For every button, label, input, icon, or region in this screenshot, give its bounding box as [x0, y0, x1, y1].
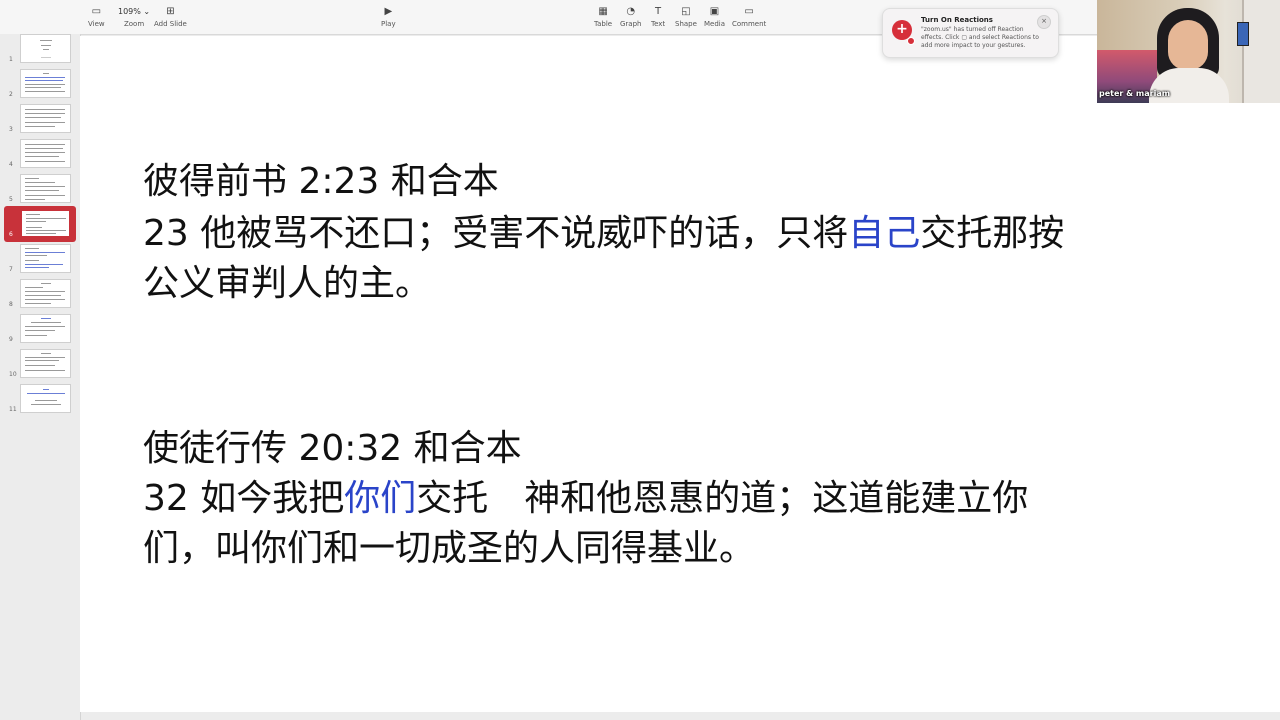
- slide-thumbnail-7[interactable]: 7: [0, 244, 80, 276]
- verse-2-highlight: 你们: [344, 478, 417, 519]
- media-icon: ▣: [709, 6, 720, 17]
- table-icon: ▦: [598, 6, 608, 17]
- view-label: View: [88, 20, 105, 28]
- comment-button[interactable]: ▭ Comment: [732, 6, 766, 28]
- table-label: Table: [594, 20, 613, 28]
- notification-title: Turn On Reactions: [921, 16, 993, 24]
- shape-label: Shape: [675, 20, 697, 28]
- add-slide-icon: ⊞: [166, 6, 175, 17]
- slide-number: 9: [9, 336, 13, 343]
- view-button[interactable]: ▭ View: [88, 6, 105, 28]
- text-box-icon: T: [655, 6, 662, 17]
- slide-preview: [20, 104, 71, 133]
- toolbar: ▭ View 109% ⌄ Zoom ⊞ Add Slide ▶ Play ▦ …: [0, 0, 1280, 35]
- verse-1-text-b: 交托那按: [920, 213, 1065, 254]
- slide-thumbnail-10[interactable]: 10: [0, 349, 80, 381]
- slide-preview: [20, 174, 71, 203]
- add-slide-label: Add Slide: [154, 20, 187, 28]
- slide-preview: [20, 69, 71, 98]
- slide-number: 10: [9, 371, 17, 378]
- notification-dot: [907, 37, 915, 45]
- slide-number: 3: [9, 126, 13, 133]
- close-icon[interactable]: ×: [1037, 15, 1051, 29]
- slide-canvas[interactable]: 彼得前书 2:23 和合本 23 他被骂不还口；受害不说威吓的话，只将自己交托那…: [80, 36, 1280, 712]
- slide-preview: [20, 209, 71, 238]
- play-label: Play: [381, 20, 396, 28]
- zoom-button[interactable]: 109% ⌄ Zoom: [118, 6, 150, 28]
- slide-number: 8: [9, 301, 13, 308]
- shape-icon: ◱: [681, 6, 691, 17]
- slide-preview: [20, 34, 71, 63]
- table-button[interactable]: ▦ Table: [594, 6, 612, 28]
- verse-1-line-1: 23 他被骂不还口；受害不说威吓的话，只将自己交托那按: [143, 208, 1064, 260]
- slide-number: 4: [9, 161, 13, 168]
- play-icon: ▶: [384, 6, 393, 17]
- verse-1-highlight: 自己: [848, 213, 921, 254]
- slide-number: 1: [9, 56, 13, 63]
- slide-thumbnail-3[interactable]: 3: [0, 104, 80, 136]
- notification-body: "zoom.us" has turned off Reaction effect…: [921, 26, 1039, 49]
- verse-2-line-1: 32 如今我把你们交托 神和他恩惠的道；这道能建立你: [143, 473, 1028, 525]
- play-button[interactable]: ▶ Play: [381, 6, 396, 28]
- comment-icon: ▭: [744, 6, 754, 17]
- verse-1-line-2: 公义审判人的主。: [143, 263, 432, 304]
- slide-thumbnail-2[interactable]: 2: [0, 69, 80, 101]
- slide-number: 2: [9, 91, 13, 98]
- graph-button[interactable]: ◔ Graph: [620, 6, 641, 28]
- verse-1-reference: 彼得前书 2:23 和合本: [143, 161, 499, 202]
- slide-number: 6: [9, 231, 13, 238]
- comment-label: Comment: [732, 20, 767, 28]
- verse-2-text-a: 32 如今我把: [143, 478, 345, 519]
- zoom-label: Zoom: [123, 20, 145, 28]
- slide-number: 11: [9, 406, 17, 413]
- slide-thumbnail-4[interactable]: 4: [0, 139, 80, 171]
- verse-2-line-2: 们，叫你们和一切成圣的人同得基业。: [143, 528, 756, 569]
- verse-1-text-a: 23 他被骂不还口；受害不说威吓的话，只将: [143, 213, 849, 254]
- reactions-notification[interactable]: + Turn On Reactions "zoom.us" has turned…: [882, 8, 1059, 58]
- slide-thumbnail-6[interactable]: 6: [0, 206, 80, 242]
- slide-thumbnail-11[interactable]: 11: [0, 384, 80, 416]
- participant-video-tile[interactable]: peter & mariam: [1097, 0, 1280, 103]
- slide-preview: [20, 279, 71, 308]
- graph-icon: ◔: [626, 6, 636, 17]
- media-label: Media: [704, 20, 726, 28]
- slide-thumbnail-9[interactable]: 9: [0, 314, 80, 346]
- verse-2-text-b: 交托 神和他恩惠的道；这道能建立你: [416, 478, 1029, 519]
- slide-preview: [20, 314, 71, 343]
- text-button[interactable]: T Text: [651, 6, 665, 28]
- slide-thumbnail-5[interactable]: 5: [0, 174, 80, 206]
- shape-button[interactable]: ◱ Shape: [675, 6, 697, 28]
- slide-number: 7: [9, 266, 13, 273]
- sidebar-view-icon: ▭: [91, 6, 102, 17]
- verse-2-reference: 使徒行传 20:32 和合本: [143, 428, 522, 469]
- slide-preview: [20, 349, 71, 378]
- media-button[interactable]: ▣ Media: [704, 6, 725, 28]
- slide-thumbnail-8[interactable]: 8: [0, 279, 80, 311]
- slide-number: 5: [9, 196, 13, 203]
- slide-thumbnail-1[interactable]: 1: [0, 34, 80, 66]
- slide-navigator: 1 2 3 4 5 6 7 8 9 10 11: [0, 34, 81, 720]
- add-slide-button[interactable]: ⊞ Add Slide: [154, 6, 187, 28]
- slide-preview: [20, 244, 71, 273]
- text-label: Text: [651, 20, 666, 28]
- zoom-value: 109% ⌄: [118, 7, 151, 16]
- graph-label: Graph: [620, 20, 642, 28]
- participant-name: peter & mariam: [1099, 89, 1171, 98]
- slide-preview: [20, 139, 71, 168]
- slide-preview: [20, 384, 71, 413]
